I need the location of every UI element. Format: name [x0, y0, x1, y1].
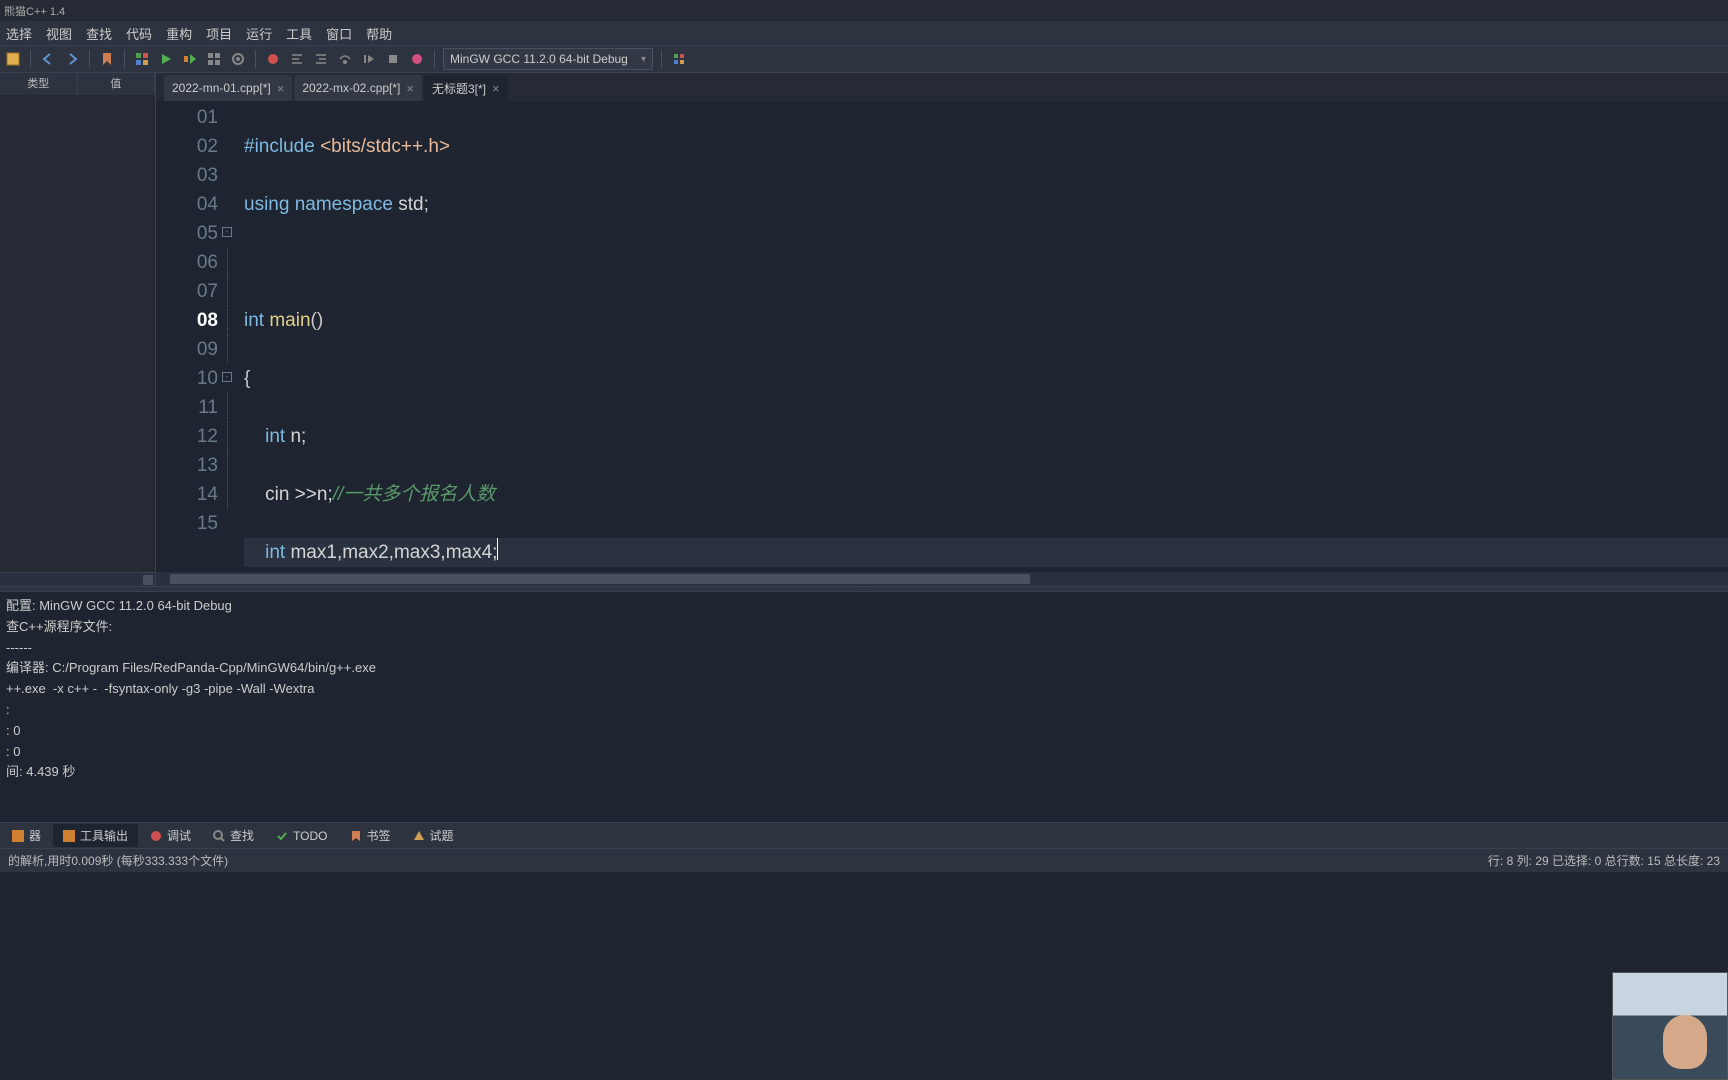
- indent-right-icon[interactable]: [312, 50, 330, 68]
- toolbar: MinGW GCC 11.2.0 64-bit Debug: [0, 45, 1728, 73]
- continue-icon[interactable]: [360, 50, 378, 68]
- save-icon[interactable]: [4, 50, 22, 68]
- webcam-overlay: [1612, 972, 1728, 1080]
- menu-tools[interactable]: 工具: [286, 24, 312, 43]
- output-panel: 配置: MinGW GCC 11.2.0 64-bit Debug 查C++源程…: [0, 592, 1728, 822]
- status-left: 的解析,用时0.009秒 (每秒333.333个文件): [8, 852, 228, 869]
- menu-view[interactable]: 视图: [46, 24, 72, 43]
- status-right: 行: 8 列: 29 已选择: 0 总行数: 15 总长度: 23: [1488, 852, 1720, 869]
- run-icon[interactable]: [157, 50, 175, 68]
- bottom-tab-bar: 器 工具输出 调试 查找 TODO 书签 试题: [0, 822, 1728, 848]
- forward-icon[interactable]: [63, 50, 81, 68]
- menu-project[interactable]: 项目: [206, 24, 232, 43]
- menu-find[interactable]: 查找: [86, 24, 112, 43]
- btab-search[interactable]: 查找: [203, 824, 264, 847]
- build-run-icon[interactable]: [181, 50, 199, 68]
- bookmark-icon[interactable]: [98, 50, 116, 68]
- settings-icon[interactable]: [670, 50, 688, 68]
- title-bar: 熊猫C++ 1.4: [0, 0, 1728, 21]
- editor-area: 2022-mn-01.cpp[*]× 2022-mx-02.cpp[*]× 无标…: [156, 73, 1728, 586]
- menu-bar: 选择 视图 查找 代码 重构 项目 运行 工具 窗口 帮助: [0, 21, 1728, 45]
- breakpoint-icon[interactable]: [264, 50, 282, 68]
- line-gutter: 01 02 03 04 05- 06 07 08 09 10- 11 12 13…: [156, 101, 226, 572]
- btab-todo[interactable]: TODO: [266, 826, 337, 846]
- side-col-type[interactable]: 类型: [0, 73, 78, 95]
- status-bar: 的解析,用时0.009秒 (每秒333.333个文件) 行: 8 列: 29 已…: [0, 848, 1728, 872]
- tab-bar: 2022-mn-01.cpp[*]× 2022-mx-02.cpp[*]× 无标…: [156, 73, 1728, 101]
- side-panel: 类型 值: [0, 73, 156, 586]
- stop-icon[interactable]: [384, 50, 402, 68]
- compile-icon: [12, 830, 24, 842]
- side-body: [0, 95, 155, 572]
- menu-help[interactable]: 帮助: [366, 24, 392, 43]
- close-icon[interactable]: ×: [492, 81, 500, 96]
- btab-tool-output[interactable]: 工具输出: [53, 824, 138, 847]
- close-icon[interactable]: ×: [277, 81, 285, 96]
- back-icon[interactable]: [39, 50, 57, 68]
- debug-icon: [150, 830, 162, 842]
- btab-problem[interactable]: 试题: [403, 824, 464, 847]
- tab-file-1[interactable]: 2022-mn-01.cpp[*]×: [164, 75, 292, 101]
- code-editor[interactable]: #include <bits/stdc++.h> using namespace…: [226, 101, 1728, 572]
- main-area: 类型 值 2022-mn-01.cpp[*]× 2022-mx-02.cpp[*…: [0, 73, 1728, 586]
- indent-left-icon[interactable]: [288, 50, 306, 68]
- tab-file-2[interactable]: 2022-mx-02.cpp[*]×: [294, 75, 422, 101]
- btab-debug[interactable]: 调试: [140, 824, 201, 847]
- tab-file-3[interactable]: 无标题3[*]×: [424, 75, 508, 101]
- menu-refactor[interactable]: 重构: [166, 24, 192, 43]
- step-over-icon[interactable]: [336, 50, 354, 68]
- search-icon: [213, 830, 225, 842]
- side-col-value[interactable]: 值: [78, 73, 156, 95]
- app-title: 熊猫C++ 1.4: [4, 3, 65, 19]
- side-scrollbar[interactable]: [0, 572, 155, 586]
- compiler-select[interactable]: MinGW GCC 11.2.0 64-bit Debug: [443, 48, 653, 70]
- todo-icon: [276, 830, 288, 842]
- grid-icon[interactable]: [133, 50, 151, 68]
- bookmark-icon: [350, 830, 362, 842]
- gear-icon[interactable]: [229, 50, 247, 68]
- editor-hscrollbar[interactable]: [156, 572, 1728, 586]
- menu-window[interactable]: 窗口: [326, 24, 352, 43]
- problem-icon: [413, 830, 425, 842]
- menu-select[interactable]: 选择: [6, 24, 32, 43]
- debug-icon[interactable]: [408, 50, 426, 68]
- btab-compiler[interactable]: 器: [2, 824, 51, 847]
- menu-code[interactable]: 代码: [126, 24, 152, 43]
- editor-body[interactable]: 01 02 03 04 05- 06 07 08 09 10- 11 12 13…: [156, 101, 1728, 572]
- rebuild-icon[interactable]: [205, 50, 223, 68]
- menu-run[interactable]: 运行: [246, 24, 272, 43]
- btab-bookmark[interactable]: 书签: [340, 824, 401, 847]
- tool-icon: [63, 830, 75, 842]
- close-icon[interactable]: ×: [406, 81, 414, 96]
